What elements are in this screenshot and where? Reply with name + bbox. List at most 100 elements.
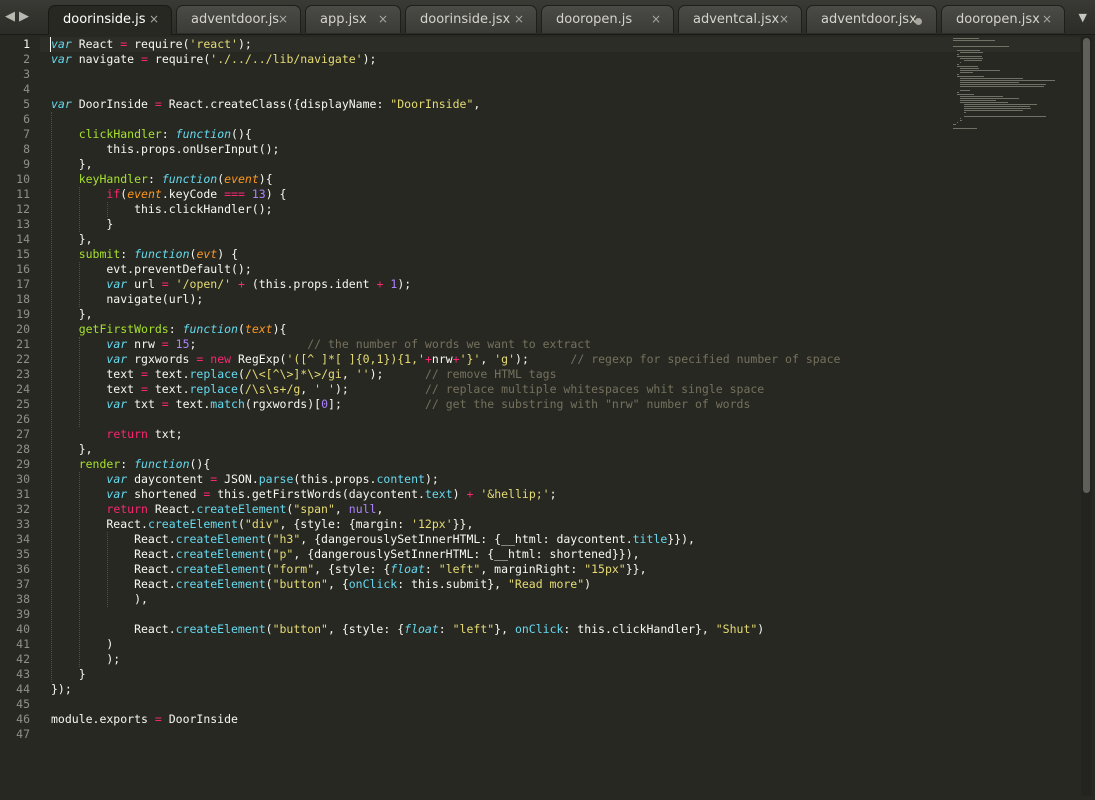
minimap[interactable] [953, 38, 1068, 133]
code-token: "Shut" [715, 622, 758, 636]
code-line: var nrw = 15; // the number of words we … [51, 337, 591, 352]
code-line: clickHandler: function(){ [51, 127, 252, 142]
code-token: function [161, 172, 218, 186]
tab[interactable]: doorinside.jsx × [405, 5, 537, 33]
tab-close-icon[interactable]: × [779, 12, 789, 26]
tab-close-icon[interactable]: × [1042, 12, 1052, 26]
minimap-line [953, 38, 979, 39]
minimap-line [953, 40, 995, 41]
code-token: '}' [459, 352, 481, 366]
code-token: : [147, 172, 162, 186]
code-line: if(event.keyCode === 13) { [51, 187, 286, 202]
code-editor[interactable]: 1 2 3 4 5 6 7 8 9 10 11 12 13 14 15 16 17 18 19 20 21 22 23 24 2… [0, 35, 1095, 800]
tab[interactable]: adventcal.jsx × [678, 5, 802, 33]
code-token: float [390, 562, 425, 576]
code-token: function [175, 127, 232, 141]
code-line: module.exports = DoorInside [51, 712, 238, 727]
code-token: }, [51, 442, 93, 456]
line-number: 36 [16, 562, 30, 576]
code-token: , {style: {margin: [279, 517, 412, 531]
line-number: 27 [16, 427, 30, 441]
code-token: ( [237, 382, 245, 396]
code-token: .keyCode [161, 187, 225, 201]
code-token: var [51, 37, 72, 51]
tab-prev-icon[interactable]: ◀ [4, 9, 18, 24]
code-token: ); [334, 382, 425, 396]
code-token: ); [362, 52, 377, 66]
tab[interactable]: dooropen.js × [541, 5, 674, 33]
line-number: 12 [16, 202, 30, 216]
code-line: }, [51, 232, 93, 247]
code-token: 0 [321, 397, 329, 411]
code-token: }}, [452, 517, 474, 531]
code-token: title [632, 532, 668, 546]
tab[interactable]: adventdoor.jsx [806, 5, 937, 33]
code-line: }, [51, 157, 93, 172]
code-token: 15 [175, 337, 190, 351]
line-number: 45 [16, 697, 30, 711]
minimap-line [960, 82, 1019, 83]
tab-close-icon[interactable]: × [651, 12, 661, 26]
code-token: , [300, 382, 315, 396]
tab-close-icon[interactable]: × [378, 12, 388, 26]
tab[interactable]: dooropen.jsx × [941, 5, 1065, 33]
line-number: 11 [16, 187, 30, 201]
scrollbar-thumb[interactable] [1083, 38, 1090, 493]
line-number: 4 [23, 82, 30, 96]
code-token: ); [51, 652, 121, 666]
minimap-line [953, 124, 956, 125]
code-token: this.props.onUserInput(); [51, 142, 280, 156]
minimap-line [957, 76, 984, 77]
code-token: text. [147, 367, 190, 381]
code-token: "button" [272, 622, 328, 636]
code-line: React.createElement("h3", {dangerouslySe… [51, 532, 695, 547]
code-line: text = text.replace(/\<[^\>]*\>/gi, '');… [51, 367, 556, 382]
code-token: // regexp for specified number of space [570, 352, 841, 366]
code-token: }); [51, 682, 72, 696]
code-token: event [224, 172, 259, 186]
code-token: + [452, 352, 460, 366]
tab-close-icon[interactable]: × [278, 12, 288, 26]
tab-close-icon[interactable]: × [514, 12, 524, 26]
code-token: getFirstWords [78, 322, 169, 336]
line-number: 6 [23, 112, 30, 126]
vertical-scrollbar[interactable] [1081, 36, 1092, 796]
code-token: "form" [272, 562, 315, 576]
code-token: parse [258, 472, 294, 486]
code-token: (this.props.ident [244, 277, 377, 291]
code-token: var [106, 397, 128, 411]
code-token: content [376, 472, 425, 486]
line-number: 19 [16, 307, 30, 321]
indent-guide [79, 472, 80, 667]
tab-list-dropdown-icon[interactable]: ▼ [1079, 11, 1087, 24]
line-number: 8 [23, 142, 30, 156]
code-token: React. [147, 502, 197, 516]
code-token: (){ [189, 457, 211, 471]
code-token: }, [51, 157, 93, 171]
tab[interactable]: adventdoor.js × [176, 5, 301, 33]
code-token: : [438, 622, 453, 636]
code-token: } [51, 217, 114, 231]
code-token: ) [452, 487, 467, 501]
minimap-line [957, 74, 959, 75]
code-line: }); [51, 682, 72, 697]
line-number: 14 [16, 232, 30, 246]
tab-close-icon[interactable]: × [149, 12, 159, 26]
minimap-line [960, 52, 983, 53]
unsaved-dot-icon[interactable] [915, 18, 922, 25]
tab-next-icon[interactable]: ▶ [18, 9, 32, 24]
code-token: "div" [244, 517, 280, 531]
code-token: require( [127, 37, 190, 51]
code-area[interactable]: var React = require('react'); var navigat… [40, 35, 1080, 800]
code-token: '/open/' [175, 277, 232, 291]
indent-guide [79, 187, 80, 232]
code-line: var shortened = this.getFirstWords(dayco… [51, 487, 556, 502]
minimap-line [964, 104, 1037, 105]
code-token: return [106, 427, 148, 441]
line-number: 38 [16, 592, 30, 606]
tab[interactable]: app.jsx × [305, 5, 401, 33]
tab[interactable]: doorinside.js × [48, 5, 172, 35]
